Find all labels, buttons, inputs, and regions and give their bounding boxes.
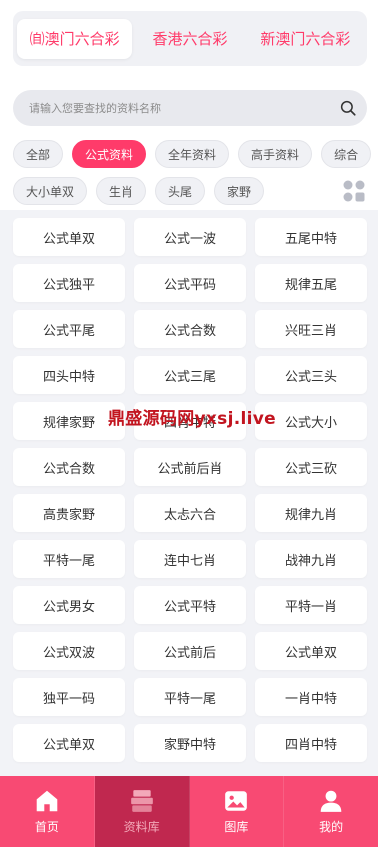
grid-item[interactable]: 连中七肖 — [134, 540, 246, 578]
chip-row-2: 大小单双 生肖 头尾 家野 — [13, 177, 265, 205]
category-filters: 全部 公式资料 全年资料 高手资料 综合 大小单双 生肖 头尾 家野 — [0, 138, 378, 210]
user-icon — [320, 790, 342, 812]
nav-gallery[interactable]: 图库 — [190, 776, 285, 847]
grid-item[interactable]: 公式三砍 — [255, 448, 367, 486]
grid-item[interactable]: 公式三头 — [255, 356, 367, 394]
grid-item[interactable]: 平特一尾 — [13, 540, 125, 578]
grid-item[interactable]: 平特一肖 — [255, 586, 367, 624]
grid-item[interactable]: 独平一码 — [13, 678, 125, 716]
grid-item[interactable]: 公式前后 — [134, 632, 246, 670]
bottom-nav: 首页 资料库 图库 我的 — [0, 776, 378, 847]
tab-macau-prefix: ㉂ — [29, 30, 45, 48]
chip-zodiac[interactable]: 生肖 — [96, 177, 147, 205]
tab-hongkong-label: 香港六合彩 — [152, 30, 228, 48]
grid-item[interactable]: 一肖中特 — [255, 678, 367, 716]
nav-gallery-label: 图库 — [224, 820, 249, 834]
chip-head-tail[interactable]: 头尾 — [155, 177, 206, 205]
grid-item[interactable]: 平特一尾 — [134, 678, 246, 716]
tab-new-macau-label: 新澳门六合彩 — [260, 30, 351, 48]
search-icon[interactable] — [339, 99, 357, 117]
grid-item[interactable]: 家野中特 — [134, 724, 246, 762]
grid-item[interactable]: 公式三尾 — [134, 356, 246, 394]
grid-item[interactable]: 公式单双 — [13, 218, 125, 256]
article-grid: 公式单双 公式一波 五尾中特 公式独平 公式平码 规律五尾 公式平尾 公式合数 兴旺三肖 四头中特… — [13, 218, 367, 762]
grid-item[interactable]: 高贵家野 — [13, 494, 125, 532]
nav-home-label: 首页 — [34, 820, 59, 834]
grid-item[interactable]: 规律五尾 — [255, 264, 367, 302]
nav-mine-label: 我的 — [319, 820, 344, 834]
grid-item[interactable]: 公式平特 — [134, 586, 246, 624]
tab-macau-label: 澳门六合彩 — [44, 30, 120, 48]
tab-hongkong[interactable]: 香港六合彩 — [132, 19, 247, 59]
chip-all[interactable]: 全部 — [13, 140, 64, 168]
grid-item[interactable]: 规律九肖 — [255, 494, 367, 532]
grid-item[interactable]: 四头中特 — [13, 356, 125, 394]
chip-expert[interactable]: 高手资料 — [238, 140, 313, 168]
nav-home[interactable]: 首页 — [0, 776, 95, 847]
home-icon — [36, 790, 58, 812]
image-icon — [225, 791, 248, 811]
grid-item[interactable]: 公式单双 — [255, 632, 367, 670]
database-icon — [130, 790, 153, 812]
grid-item[interactable]: 公式双波 — [13, 632, 125, 670]
grid-item[interactable]: 公式单双 — [13, 724, 125, 762]
grid-item[interactable]: 公式一波 — [134, 218, 246, 256]
grid-item[interactable]: 公式男女 — [13, 586, 125, 624]
chip-row-1: 全部 公式资料 全年资料 高手资料 综合 — [13, 140, 372, 168]
top-bar: ㉂澳门六合彩 香港六合彩 新澳门六合彩 — [0, 0, 378, 78]
chip-comprehensive[interactable]: 综合 — [321, 140, 372, 168]
grid-item[interactable]: 战神九肖 — [255, 540, 367, 578]
grid-item[interactable]: 四肖中特 — [255, 724, 367, 762]
grid-item[interactable]: 公式平码 — [134, 264, 246, 302]
nav-mine[interactable]: 我的 — [284, 776, 378, 847]
chip-size-parity[interactable]: 大小单双 — [13, 177, 88, 205]
grid-item[interactable]: 太忐六合 — [134, 494, 246, 532]
tab-new-macau[interactable]: 新澳门六合彩 — [248, 19, 363, 59]
grid-item[interactable]: 公式合数 — [134, 310, 246, 348]
grid-item[interactable]: 公式前后肖 — [134, 448, 246, 486]
grid-item[interactable]: 公式独平 — [13, 264, 125, 302]
chip-formula[interactable]: 公式资料 — [72, 140, 147, 168]
search-box — [13, 90, 367, 126]
grid-item[interactable]: 公式合数 — [13, 448, 125, 486]
search-input[interactable] — [13, 90, 313, 126]
search-section — [0, 78, 378, 138]
tab-macau[interactable]: ㉂澳门六合彩 — [17, 18, 133, 59]
grid-item[interactable]: 兴旺三肖 — [255, 310, 367, 348]
nav-database-label: 资料库 — [123, 820, 160, 834]
watermark: 鼎盛源码网yxsj.live — [108, 409, 276, 429]
grid-item[interactable]: 公式平尾 — [13, 310, 125, 348]
lottery-tabs: ㉂澳门六合彩 香港六合彩 新澳门六合彩 — [13, 11, 367, 66]
chip-full-year[interactable]: 全年资料 — [155, 140, 230, 168]
nav-database[interactable]: 资料库 — [94, 776, 190, 847]
chip-domestic-wild[interactable]: 家野 — [214, 177, 265, 205]
grid-view-icon[interactable] — [342, 179, 366, 203]
grid-item[interactable]: 五尾中特 — [255, 218, 367, 256]
